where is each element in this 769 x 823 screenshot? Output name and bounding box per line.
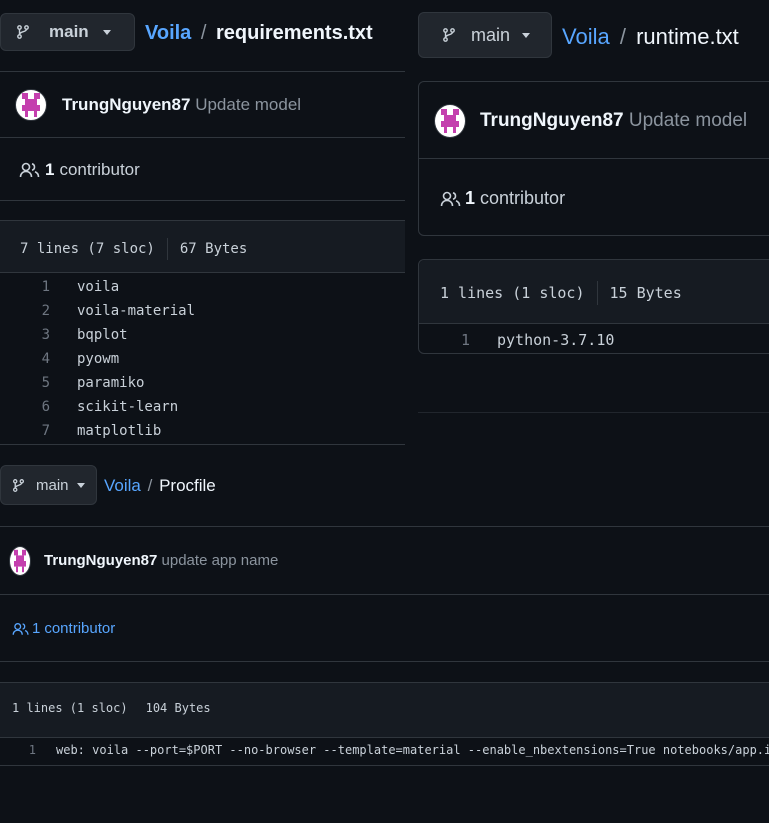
line-number[interactable]: 1 — [10, 743, 36, 757]
chevron-down-icon — [76, 482, 85, 488]
author-link[interactable]: TrungNguyen87 — [44, 552, 157, 569]
breadcrumb-separator: / — [619, 24, 626, 49]
code-line: 1 python-3.7.10 — [440, 331, 614, 349]
git-branch-icon — [17, 25, 29, 39]
line-number[interactable]: 1 — [440, 331, 470, 349]
divider — [596, 281, 598, 305]
lines-info: 1 lines (1 sloc) — [440, 284, 585, 302]
commit-message-link[interactable]: Update model — [629, 110, 747, 131]
contributors-count: 1 — [32, 620, 41, 637]
identicon-icon — [14, 549, 26, 573]
file-size: 104 Bytes — [145, 701, 211, 715]
file-size: 15 Bytes — [609, 284, 682, 302]
avatar[interactable] — [9, 546, 31, 576]
file-size: 67 Bytes — [179, 241, 248, 257]
contributors-count: 1 — [465, 188, 476, 208]
line-number[interactable]: 1 — [20, 279, 50, 295]
line-number[interactable]: 6 — [20, 399, 50, 415]
divider — [166, 238, 168, 260]
code-line: 1 voila — [20, 279, 120, 295]
lines-info: 7 lines (7 sloc) — [20, 241, 155, 257]
commit-author-line: TrungNguyen87 Update model — [62, 95, 301, 115]
contributors-count: 1 — [45, 160, 55, 179]
commit-author-line: TrungNguyen87 update app name — [44, 552, 278, 569]
branch-selector[interactable]: main — [0, 465, 97, 505]
git-branch-icon — [12, 478, 25, 492]
line-text: paramiko — [77, 375, 145, 391]
line-text: web: voila --port=$PORT --no-browser --t… — [56, 743, 769, 757]
file-info-header: 1 lines (1 sloc) 15 Bytes — [440, 281, 682, 305]
contributors-link[interactable]: 1 contributor — [12, 620, 115, 637]
commit-message-link[interactable]: Update model — [195, 95, 301, 114]
branch-selector[interactable]: main — [0, 13, 135, 51]
author-link[interactable]: TrungNguyen87 — [480, 110, 624, 131]
git-branch-icon — [443, 28, 455, 42]
identicon-icon — [22, 93, 40, 117]
people-icon — [12, 622, 29, 635]
avatar[interactable] — [434, 104, 466, 138]
line-text: voila — [77, 279, 120, 295]
branch-name: main — [49, 22, 89, 41]
author-link[interactable]: TrungNguyen87 — [62, 95, 190, 114]
breadcrumb: Voila / Procfile — [104, 476, 216, 496]
lines-info: 1 lines (1 sloc) — [12, 701, 128, 715]
code-line: 3 bqplot — [20, 327, 128, 343]
breadcrumb-separator: / — [200, 22, 207, 44]
line-number[interactable]: 7 — [20, 423, 50, 439]
file-info-header: 1 lines (1 sloc) 104 Bytes — [12, 701, 211, 715]
commit-message-link[interactable]: update app name — [162, 552, 279, 569]
breadcrumb: Voila / requirements.txt — [145, 22, 373, 45]
code-line: 5 paramiko — [20, 375, 145, 391]
people-icon — [440, 191, 461, 206]
file-info-header: 7 lines (7 sloc) 67 Bytes — [20, 238, 247, 260]
people-icon — [19, 162, 40, 178]
code-line: 6 scikit-learn — [20, 399, 179, 415]
code-line: 7 matplotlib — [20, 423, 162, 439]
contributors-label: contributor — [59, 160, 140, 179]
line-text: pyowm — [77, 351, 120, 367]
line-text: python-3.7.10 — [497, 331, 615, 349]
code-line: 1 web: voila --port=$PORT --no-browser --… — [10, 743, 769, 757]
code-line: 2 voila-material — [20, 303, 195, 319]
repo-link[interactable]: Voila — [145, 22, 191, 44]
breadcrumb-separator: / — [147, 476, 153, 495]
line-text: matplotlib — [77, 423, 162, 439]
identicon-icon — [441, 109, 459, 133]
breadcrumb: Voila / runtime.txt — [562, 24, 739, 50]
line-text: scikit-learn — [77, 399, 179, 415]
chevron-down-icon — [522, 32, 531, 38]
contributors-label: contributor — [44, 620, 116, 637]
line-number[interactable]: 3 — [20, 327, 50, 343]
branch-name: main — [471, 24, 511, 45]
contributors-label: contributor — [480, 188, 566, 208]
repo-link[interactable]: Voila — [104, 476, 141, 495]
code-line: 4 pyowm — [20, 351, 120, 367]
file-name: runtime.txt — [636, 24, 739, 49]
line-text: voila-material — [77, 303, 196, 319]
chevron-down-icon — [102, 29, 111, 35]
repo-link[interactable]: Voila — [562, 24, 610, 49]
branch-selector[interactable]: main — [418, 12, 552, 58]
contributors-link[interactable]: 1 contributor — [440, 188, 565, 209]
line-number[interactable]: 5 — [20, 375, 50, 391]
avatar[interactable] — [15, 89, 47, 121]
line-text: bqplot — [77, 327, 128, 343]
contributors-link[interactable]: 1 contributor — [19, 160, 140, 180]
line-number[interactable]: 4 — [20, 351, 50, 367]
commit-author-line: TrungNguyen87 Update model — [480, 110, 747, 132]
branch-name: main — [36, 476, 69, 494]
file-name: Procfile — [159, 476, 216, 495]
line-number[interactable]: 2 — [20, 303, 50, 319]
commit-box — [0, 71, 405, 201]
file-name: requirements.txt — [216, 22, 373, 44]
